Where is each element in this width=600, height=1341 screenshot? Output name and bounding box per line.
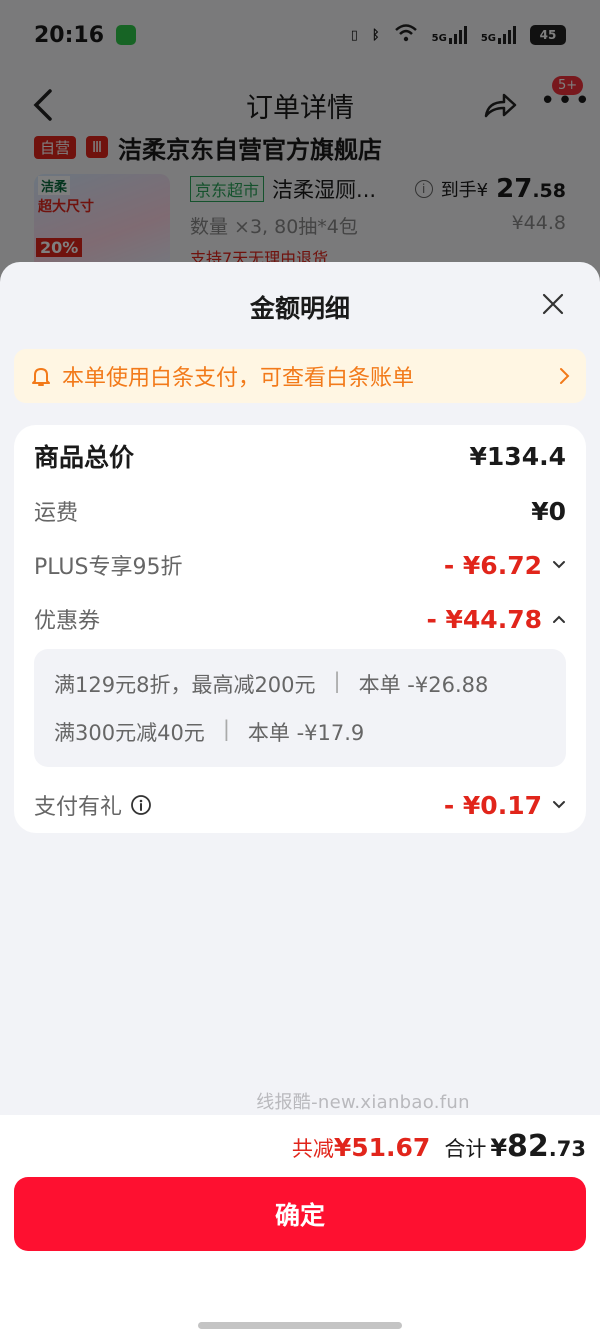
coupon-value: - ¥44.78 [426, 604, 542, 634]
coupon-rule: 满300元减40元 [54, 721, 205, 745]
notice-text: 本单使用白条支付，可查看白条账单 [62, 366, 415, 391]
plus-discount-label: PLUS专享95折 [34, 555, 183, 580]
baitiao-notice-banner[interactable]: 本单使用白条支付，可查看白条账单 [14, 349, 586, 403]
payment-gift-value: - ¥0.17 [443, 790, 542, 820]
plus-discount-value: - ¥6.72 [443, 550, 542, 580]
goods-total-label: 商品总价 [34, 443, 135, 472]
coupon-detail-box: 满129元8折，最高减200元 | 本单 -¥26.88 满300元减40元 |… [34, 649, 566, 767]
bell-icon [32, 368, 50, 386]
coupon-rule: 满129元8折，最高减200元 [54, 673, 316, 697]
coupon-detail-item: 满129元8折，最高减200元 | 本单 -¥26.88 [54, 669, 488, 699]
saved-value: ¥51.67 [333, 1133, 431, 1162]
amount-detail-sheet: 金额明细 本单使用白条支付，可查看白条账单 商品总价 ¥134.4 运费 ¥0 … [0, 262, 600, 1341]
chevron-down-icon[interactable] [552, 560, 566, 570]
coupon-label: 优惠券 [34, 609, 101, 634]
total-integer: 82 [507, 1129, 549, 1164]
coupon-amount: 本单 -¥26.88 [358, 673, 489, 697]
total-label: 合计 [444, 1137, 487, 1161]
payment-gift-row[interactable]: 支付有礼 - ¥0.17 [34, 789, 566, 821]
saved-label: 共减 [291, 1137, 334, 1161]
sheet-title: 金额明细 [249, 294, 350, 323]
coupon-detail-item: 满300元减40元 | 本单 -¥17.9 [54, 717, 364, 747]
chevron-down-icon[interactable] [552, 800, 566, 810]
goods-total-row: 商品总价 ¥134.4 [34, 439, 566, 473]
chevron-up-icon[interactable] [552, 614, 566, 624]
divider: | [333, 669, 341, 693]
payment-gift-label: 支付有礼 [34, 795, 123, 820]
watermark: 线报酷-new.xianbao.fun [256, 1092, 470, 1113]
home-indicator[interactable] [198, 1322, 402, 1329]
divider: | [222, 717, 230, 741]
price-breakdown-card: 商品总价 ¥134.4 运费 ¥0 PLUS专享95折 - ¥6.72 优惠券 … [14, 425, 586, 833]
close-icon[interactable] [542, 293, 564, 315]
coupon-amount: 本单 -¥17.9 [247, 721, 365, 745]
footer-bar: 共减 ¥51.67 合计 ¥ 82 .73 确定 [0, 1115, 600, 1341]
shipping-row: 运费 ¥0 [34, 495, 566, 527]
goods-total-value: ¥134.4 [469, 441, 566, 471]
total-currency: ¥ [490, 1134, 508, 1162]
coupon-row[interactable]: 优惠券 - ¥44.78 [34, 603, 566, 635]
chevron-right-icon [560, 368, 570, 384]
dim-overlay[interactable] [0, 0, 600, 300]
footer-summary: 共减 ¥51.67 合计 ¥ 82 .73 [292, 1129, 586, 1164]
confirm-button[interactable]: 确定 [14, 1177, 586, 1251]
plus-discount-row[interactable]: PLUS专享95折 - ¥6.72 [34, 549, 566, 581]
info-icon[interactable] [130, 794, 152, 816]
shipping-value: ¥0 [531, 496, 566, 526]
shipping-label: 运费 [34, 501, 79, 526]
total-decimal: .73 [548, 1137, 586, 1161]
